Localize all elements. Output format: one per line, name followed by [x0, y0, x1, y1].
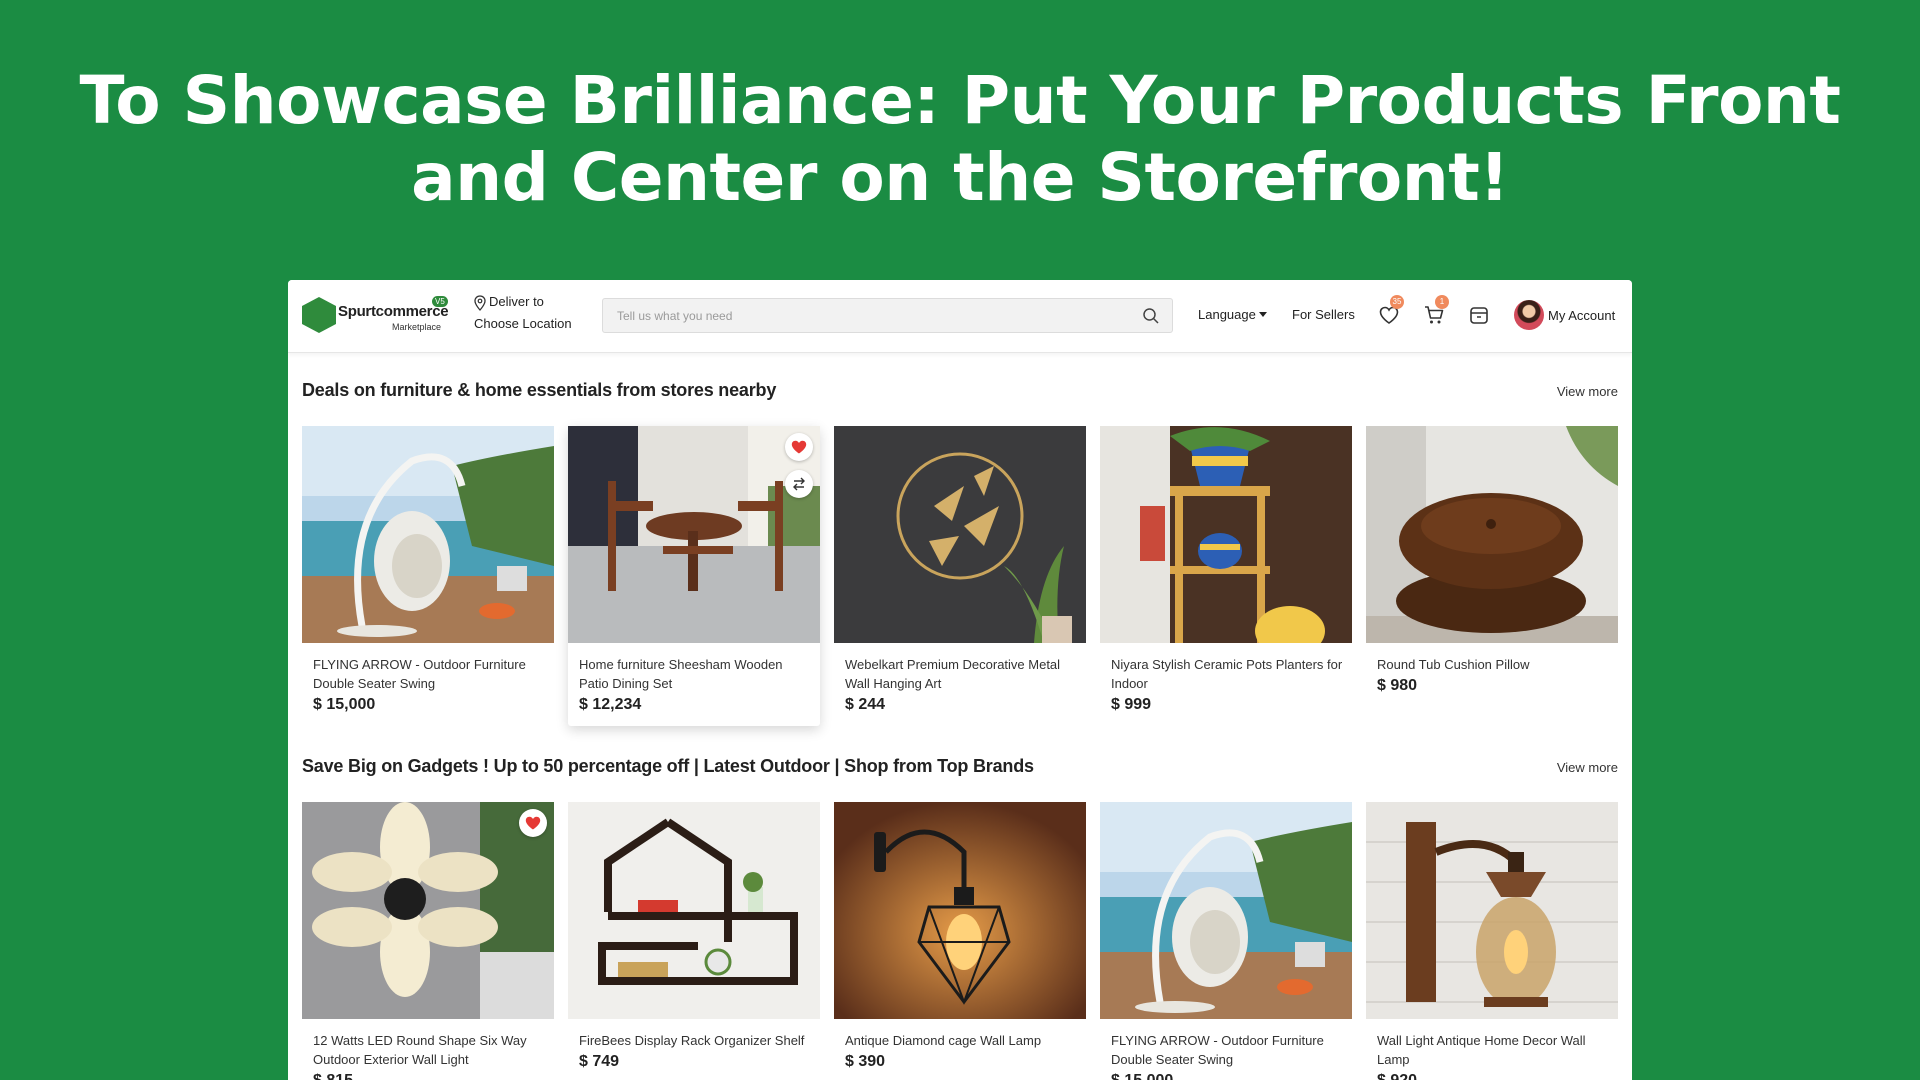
product-image-display-rack[interactable] — [568, 802, 820, 1019]
logo-name: Spurtcommerce — [338, 303, 449, 320]
product-image-cushion[interactable] — [1366, 426, 1618, 643]
product-card[interactable]: Antique Diamond cage Wall Lamp $ 390 — [834, 802, 1086, 1080]
choose-location-label: Choose Location — [474, 316, 572, 331]
language-dropdown[interactable]: Language — [1198, 307, 1267, 322]
hero-headline-line-1: To Showcase Brilliance: Put Your Product… — [79, 62, 1841, 139]
orders-button[interactable] — [1468, 304, 1490, 326]
storefront-screenshot: Spurtcommerce Marketplace V5 Deliver to … — [288, 280, 1632, 1080]
logo-version-badge: V5 — [432, 296, 448, 307]
search-input[interactable] — [603, 299, 1123, 332]
view-more-link-gadgets[interactable]: View more — [1557, 760, 1618, 775]
compare-toggle[interactable] — [785, 470, 813, 498]
search-bar — [602, 298, 1173, 333]
product-card[interactable]: FLYING ARROW - Outdoor Furniture Double … — [302, 426, 554, 726]
product-price: $ 920 — [1377, 1072, 1417, 1080]
product-image-dining-set[interactable] — [568, 426, 820, 643]
product-image-swing[interactable] — [302, 426, 554, 643]
product-image-led-wall-light[interactable] — [302, 802, 554, 1019]
orders-icon — [1470, 307, 1488, 324]
product-price: $ 12,234 — [579, 696, 642, 713]
hero-headline-line-2: and Center on the Storefront! — [411, 139, 1509, 216]
product-price: $ 15,000 — [313, 696, 376, 713]
deliver-to-label: Deliver to — [489, 294, 544, 309]
compare-arrows-icon — [793, 477, 805, 491]
product-price: $ 390 — [845, 1053, 886, 1070]
cart-button[interactable]: 1 — [1423, 295, 1449, 326]
product-name[interactable]: FLYING ARROW - Outdoor Furniture Double … — [313, 655, 545, 693]
heart-filled-icon — [525, 816, 541, 830]
product-card[interactable]: FireBees Display Rack Organizer Shelf $ … — [568, 802, 820, 1080]
map-pin-icon — [474, 295, 486, 311]
product-image-swing[interactable] — [1100, 802, 1352, 1019]
product-price: $ 244 — [845, 696, 886, 713]
product-name[interactable]: FLYING ARROW - Outdoor Furniture Double … — [1111, 1031, 1343, 1069]
wishlist-count-badge: 35 — [1390, 295, 1404, 309]
hero-headline: To Showcase Brilliance: Put Your Product… — [0, 62, 1920, 216]
caret-down-icon — [1258, 312, 1267, 317]
product-price: $ 749 — [579, 1053, 620, 1070]
product-price: $ 815 — [313, 1072, 353, 1080]
product-name[interactable]: Niyara Stylish Ceramic Pots Planters for… — [1111, 655, 1343, 693]
product-name[interactable]: Antique Diamond cage Wall Lamp — [845, 1031, 1077, 1050]
product-price: $ 15,000 — [1111, 1072, 1173, 1080]
wishlist-toggle[interactable] — [785, 433, 813, 461]
product-card[interactable]: 12 Watts LED Round Shape Six Way Outdoor… — [302, 802, 554, 1080]
section-title-gadgets: Save Big on Gadgets ! Up to 50 percentag… — [302, 756, 1034, 776]
logo-hexagon-icon — [302, 297, 336, 333]
language-label: Language — [1198, 307, 1256, 322]
product-card[interactable]: Round Tub Cushion Pillow $ 980 — [1366, 426, 1618, 726]
avatar — [1514, 300, 1544, 330]
cart-count-badge: 1 — [1435, 295, 1449, 309]
top-navbar: Spurtcommerce Marketplace V5 Deliver to … — [288, 280, 1632, 353]
my-account-label: My Account — [1548, 308, 1616, 323]
product-name[interactable]: FireBees Display Rack Organizer Shelf — [579, 1031, 811, 1050]
wishlist-toggle[interactable] — [519, 809, 547, 837]
product-name[interactable]: Wall Light Antique Home Decor Wall Lamp — [1377, 1031, 1609, 1069]
wishlist-button[interactable]: 35 — [1378, 295, 1404, 326]
search-icon[interactable] — [1142, 307, 1160, 325]
product-card[interactable]: Home furniture Sheesham Wooden Patio Din… — [568, 426, 820, 726]
product-image-wall-art[interactable] — [834, 426, 1086, 643]
product-name[interactable]: Round Tub Cushion Pillow — [1377, 655, 1609, 674]
product-image-cage-lamp[interactable] — [834, 802, 1086, 1019]
product-card[interactable]: Webelkart Premium Decorative Metal Wall … — [834, 426, 1086, 726]
product-card[interactable]: Niyara Stylish Ceramic Pots Planters for… — [1100, 426, 1352, 726]
product-card[interactable]: FLYING ARROW - Outdoor Furniture Double … — [1100, 802, 1352, 1080]
section-title-furniture-deals: Deals on furniture & home essentials fro… — [302, 380, 777, 400]
product-name[interactable]: Webelkart Premium Decorative Metal Wall … — [845, 655, 1077, 693]
product-name[interactable]: Home furniture Sheesham Wooden Patio Din… — [579, 655, 811, 693]
product-price: $ 999 — [1111, 696, 1152, 713]
product-image-antique-lamp[interactable] — [1366, 802, 1618, 1019]
logo-subtitle: Marketplace — [392, 322, 442, 332]
heart-filled-icon — [791, 440, 807, 454]
product-image-ceramic-pots[interactable] — [1100, 426, 1352, 643]
product-price: $ 980 — [1377, 677, 1418, 694]
for-sellers-link[interactable]: For Sellers — [1292, 307, 1355, 322]
product-card[interactable]: Wall Light Antique Home Decor Wall Lamp … — [1366, 802, 1618, 1080]
view-more-link-furniture[interactable]: View more — [1557, 384, 1618, 399]
product-name[interactable]: 12 Watts LED Round Shape Six Way Outdoor… — [313, 1031, 545, 1069]
logo[interactable]: Spurtcommerce Marketplace V5 — [302, 295, 452, 335]
